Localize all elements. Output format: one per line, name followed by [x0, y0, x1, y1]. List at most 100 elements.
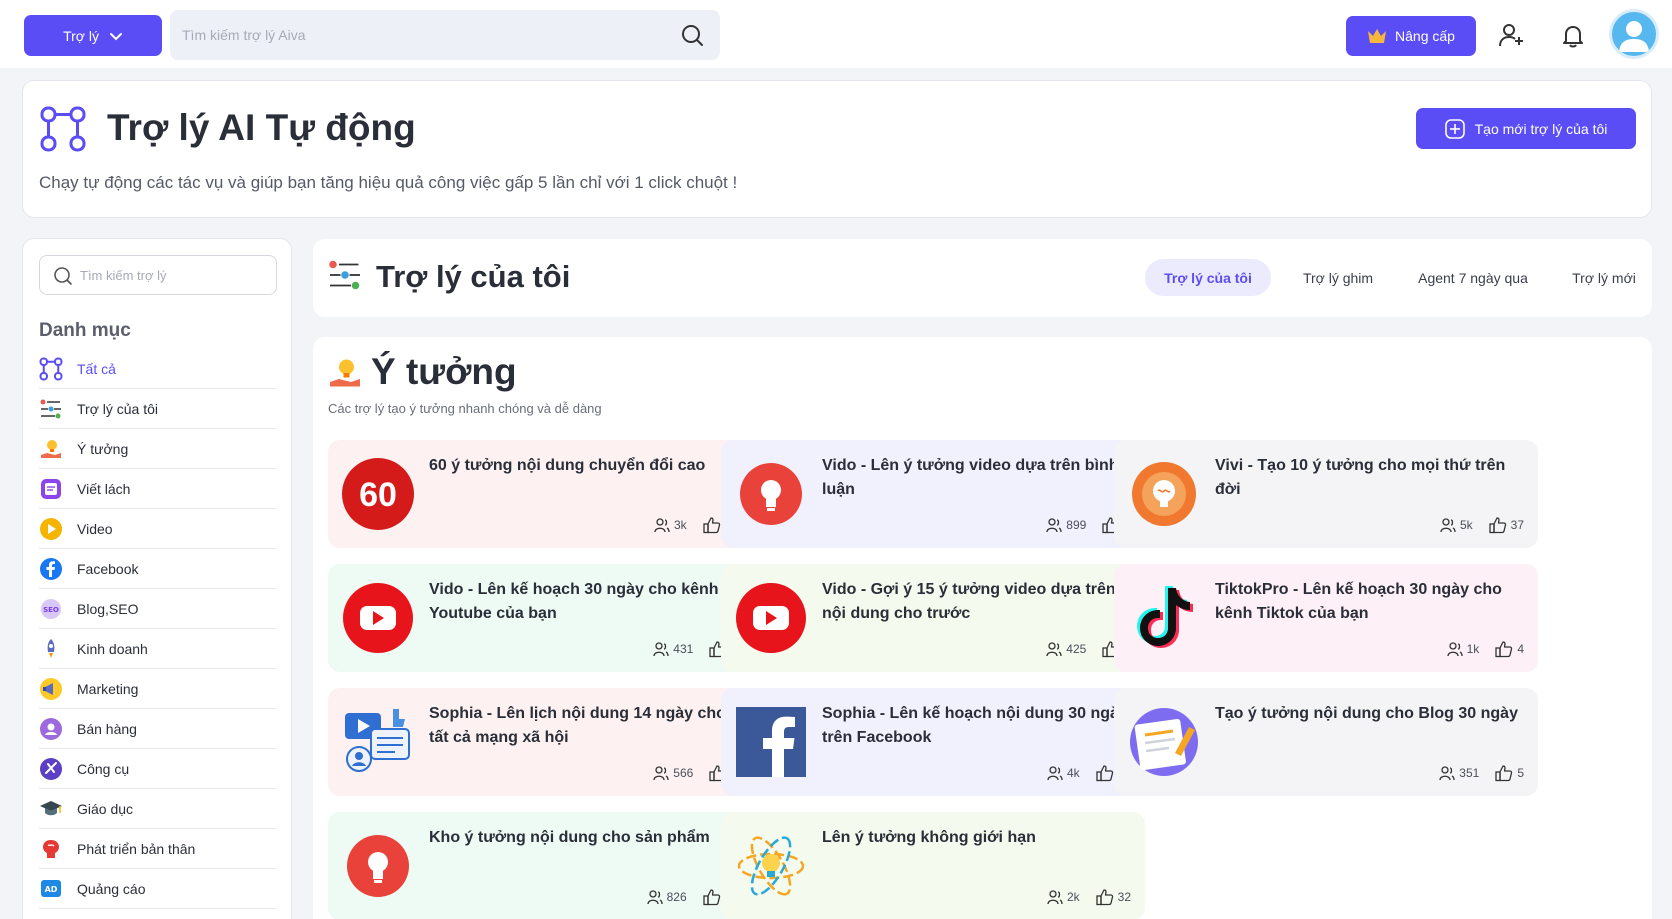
ad-icon: AD [39, 877, 63, 901]
card-users-count: 4k [1066, 766, 1080, 780]
sidebar-search [39, 255, 277, 295]
card-users-count: 425 [1066, 642, 1087, 656]
graduation-cap-icon [39, 797, 63, 821]
assistant-card[interactable]: Vido - Lên ý tưởng video dựa trên bình l… [721, 440, 1145, 548]
card-users-count: 826 [666, 890, 687, 904]
thumbs-up-icon[interactable] [1095, 888, 1114, 906]
search-icon[interactable] [680, 23, 704, 47]
category-heading: Danh mục [39, 320, 131, 341]
category-sidebar: Danh mục Tất cả Trợ lý của tôi Ý tưởng V… [22, 238, 292, 919]
workflow-icon [329, 260, 360, 290]
top-bar: Trợ lý Nâng cấp [0, 0, 1672, 68]
card-title: Kho ý tưởng nội dung cho sản phẩm [429, 829, 710, 846]
writing-icon [39, 477, 63, 501]
sidebar-item-education[interactable]: Giáo dục [39, 789, 277, 829]
sidebar-item-blog-seo[interactable]: SEO Blog,SEO [39, 589, 277, 629]
sidebar-item-label: Facebook [77, 560, 139, 577]
sidebar-item-sales[interactable]: Bán hàng [39, 709, 277, 749]
assistant-card[interactable]: TiktokPro - Lên kế hoạch 30 ngày cho kên… [1114, 564, 1538, 672]
sidebar-item-label: Ý tưởng [77, 440, 129, 457]
sidebar-item-marketing[interactable]: Marketing [39, 669, 277, 709]
sidebar-item-video[interactable]: Video [39, 509, 277, 549]
sidebar-item-self-development[interactable]: Phát triển bản thân [39, 829, 277, 869]
ideas-title: Ý tưởng [371, 351, 517, 392]
assistant-card[interactable]: Vivi - Tạo 10 ý tưởng cho mọi thứ trên đ… [1114, 440, 1538, 548]
tab-new-assistants[interactable]: Trợ lý mới [1549, 259, 1659, 296]
sidebar-item-business[interactable]: Kinh doanh [39, 629, 277, 669]
thumbs-up-icon[interactable] [1488, 516, 1507, 534]
sidebar-item-label: Trợ lý của tôi [77, 400, 159, 417]
idea-hand-icon [39, 437, 63, 461]
tab-agent-last-7-days[interactable]: Agent 7 ngày qua [1403, 259, 1543, 296]
assistant-menu-button[interactable]: Trợ lý [24, 15, 162, 56]
users-icon [1440, 518, 1456, 533]
sidebar-item-facebook[interactable]: Facebook [39, 549, 277, 589]
facebook-icon [39, 557, 63, 581]
thumbs-up-icon[interactable] [702, 516, 721, 534]
bell-icon[interactable] [1559, 21, 1587, 49]
assistant-card[interactable]: Vido - Lên kế hoạch 30 ngày cho kênh You… [328, 564, 752, 672]
card-title: 60 ý tưởng nội dung chuyển đổi cao [429, 457, 706, 474]
sidebar-item-label: Viết lách [77, 480, 131, 497]
card-users-count: 1k [1466, 642, 1480, 656]
sidebar-item-writing[interactable]: Viết lách [39, 469, 277, 509]
brain-bulb-icon [1128, 458, 1200, 530]
card-title: Tạo ý tưởng nội dung cho Blog 30 ngày [1215, 705, 1518, 722]
sidebar-item-label: Video [77, 520, 113, 537]
assistant-card[interactable]: Vido - Gợi ý 15 ý tưởng video dựa trên n… [721, 564, 1145, 672]
user-avatar[interactable] [1609, 9, 1659, 59]
create-assistant-label: Tạo mới trợ lý của tôi [1474, 120, 1608, 137]
top-search-bar [170, 10, 720, 60]
crown-icon [1368, 29, 1387, 43]
sidebar-item-ideas[interactable]: Ý tưởng [39, 429, 277, 469]
card-users-count: 899 [1066, 518, 1087, 532]
tab-pinned-assistants[interactable]: Trợ lý ghim [1283, 259, 1393, 296]
rocket-icon [39, 637, 63, 661]
create-assistant-button[interactable]: Tạo mới trợ lý của tôi [1416, 108, 1636, 149]
card-title: Vido - Lên ý tưởng video dựa trên bình l… [822, 457, 1119, 498]
category-list: Tất cả Trợ lý của tôi Ý tưởng Viết lách … [39, 349, 277, 909]
sidebar-item-tools[interactable]: Công cụ [39, 749, 277, 789]
sidebar-item-label: Blog,SEO [77, 600, 139, 617]
network-icon [39, 357, 63, 381]
thumbs-up-icon[interactable] [1495, 640, 1513, 658]
sidebar-item-label: Quảng cáo [77, 880, 146, 897]
assistant-card[interactable]: Kho ý tưởng nội dung cho sản phẩm 826 10 [328, 812, 752, 919]
svg-text:SEO: SEO [43, 606, 59, 614]
lightbulb-icon [342, 830, 414, 902]
thumbs-up-icon[interactable] [1095, 764, 1114, 782]
top-search-input[interactable] [182, 10, 662, 60]
users-icon [1046, 642, 1062, 657]
upgrade-button[interactable]: Nâng cấp [1346, 16, 1476, 56]
sidebar-item-all[interactable]: Tất cả [39, 349, 277, 389]
card-likes-count: 4 [1517, 642, 1524, 656]
add-user-icon[interactable] [1497, 21, 1525, 49]
svg-text:AD: AD [45, 885, 58, 894]
my-assistants-title: Trợ lý của tôi [376, 259, 571, 294]
assistant-card[interactable]: Lên ý tưởng không giới hạn 2k 32 [721, 812, 1145, 919]
users-icon [1446, 642, 1463, 657]
tab-my-assistants[interactable]: Trợ lý của tôi [1145, 259, 1271, 296]
card-likes-count: 5 [1517, 766, 1524, 780]
card-stats: 5k 37 [1440, 516, 1524, 534]
card-title: Lên ý tưởng không giới hạn [822, 829, 1036, 846]
thumbs-up-icon[interactable] [1495, 764, 1513, 782]
sidebar-item-advertising[interactable]: AD Quảng cáo [39, 869, 277, 909]
card-users-count: 3k [673, 518, 687, 532]
assistant-card[interactable]: Tạo ý tưởng nội dung cho Blog 30 ngày 35… [1114, 688, 1538, 796]
users-icon [654, 518, 670, 533]
upgrade-label: Nâng cấp [1395, 28, 1455, 44]
brain-icon [39, 837, 63, 861]
thumbs-up-icon[interactable] [702, 888, 721, 906]
seo-icon: SEO [39, 597, 63, 621]
assistant-card[interactable]: Sophia - Lên kế hoạch nội dung 30 ngày t… [721, 688, 1145, 796]
megaphone-icon [39, 677, 63, 701]
sixty-badge-icon: 60 [342, 458, 414, 530]
sidebar-search-input[interactable] [80, 256, 270, 294]
card-users-count: 5k [1459, 518, 1473, 532]
users-icon [1047, 766, 1063, 781]
card-stats: 351 5 [1439, 764, 1524, 782]
sidebar-item-my-assistants[interactable]: Trợ lý của tôi [39, 389, 277, 429]
assistant-card[interactable]: Sophia - Lên lịch nội dung 14 ngày cho t… [328, 688, 752, 796]
assistant-card[interactable]: 60 60 ý tưởng nội dung chuyển đổi cao 3k… [328, 440, 752, 548]
